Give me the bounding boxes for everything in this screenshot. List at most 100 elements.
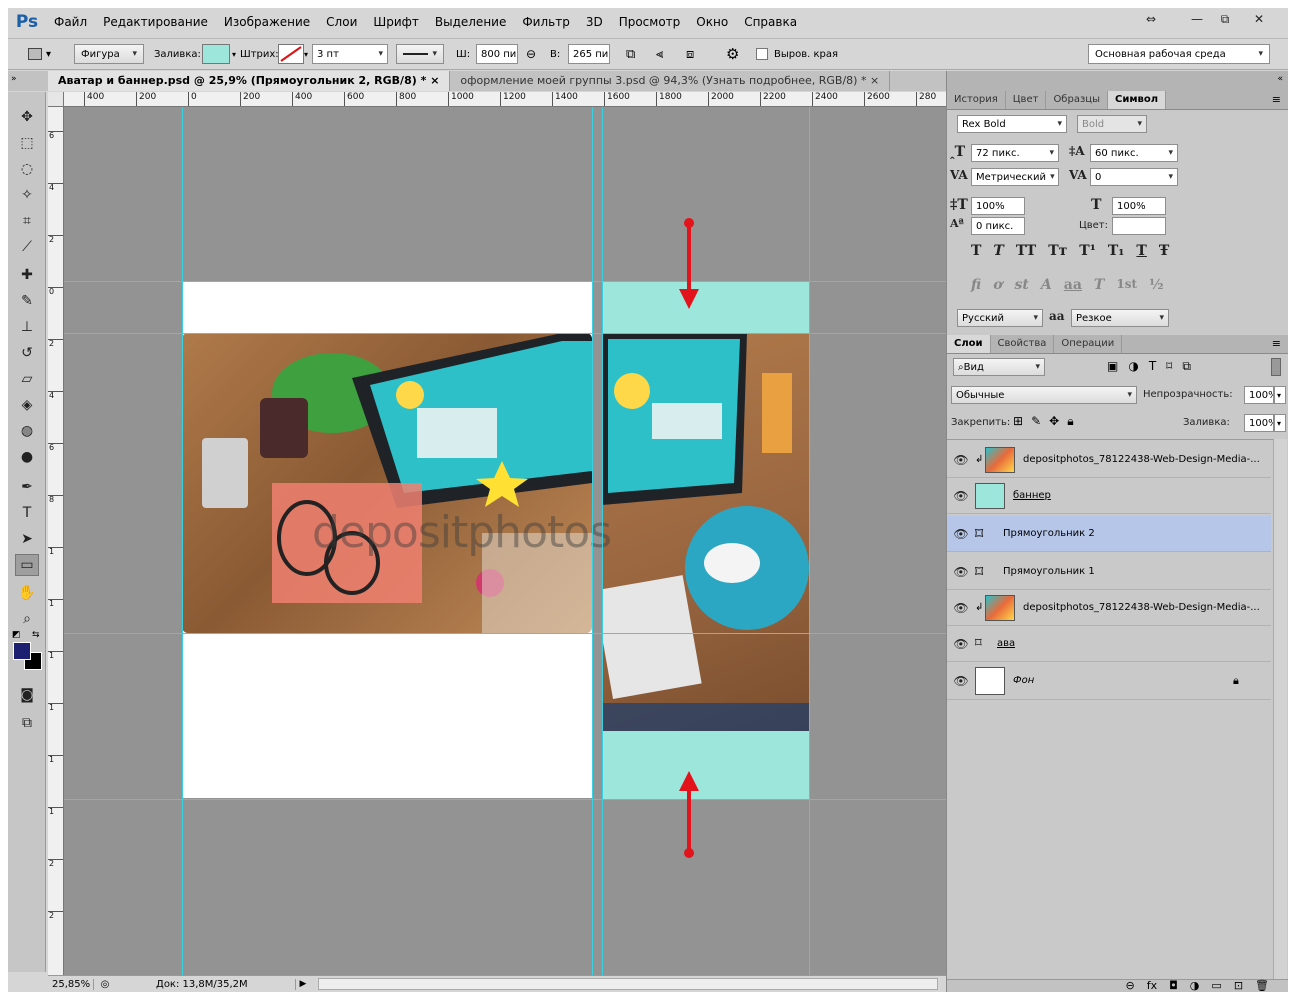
layer-row[interactable]: 👁︎ ⌑ Прямоугольник 2: [947, 516, 1271, 552]
dodge-tool-icon[interactable]: ●: [15, 446, 39, 468]
layer-row[interactable]: 👁︎ ⌑ Прямоугольник 1: [947, 554, 1271, 590]
faux-bold-button[interactable]: T: [971, 243, 981, 259]
panel-menu-icon[interactable]: ≡: [1264, 91, 1288, 109]
fill-dropdown-icon[interactable]: ▾: [1274, 414, 1286, 432]
shape-mode-select[interactable]: Фигура: [74, 44, 144, 64]
healing-brush-icon[interactable]: ✚: [15, 264, 39, 286]
swash-button[interactable]: A: [1041, 277, 1052, 293]
brush-tool-icon[interactable]: ✎: [15, 290, 39, 312]
height-field[interactable]: 265 пик: [568, 44, 610, 64]
menu-edit[interactable]: Редактирование: [95, 8, 216, 36]
status-menu-icon[interactable]: ▶: [296, 979, 310, 989]
menu-help[interactable]: Справка: [736, 8, 805, 36]
link-icon[interactable]: ⊖: [1125, 980, 1134, 992]
guide-vertical[interactable]: [182, 107, 183, 975]
document-canvas[interactable]: depositphotos: [64, 107, 946, 975]
folder-icon[interactable]: ▭: [1211, 980, 1221, 992]
menu-view[interactable]: Просмотр: [611, 8, 689, 36]
blend-mode-select[interactable]: Обычные: [951, 386, 1137, 404]
text-color-swatch[interactable]: [1112, 217, 1166, 235]
zoom-tool-icon[interactable]: ⌕: [15, 608, 39, 630]
tab-swatches[interactable]: Образцы: [1046, 91, 1108, 109]
pen-tool-icon[interactable]: ✒: [15, 476, 39, 498]
eyedropper-tool-icon[interactable]: ⟋: [15, 236, 39, 258]
path-alignment-icon[interactable]: ⫷: [656, 44, 663, 64]
ligatures-button[interactable]: fi: [971, 277, 981, 293]
panel-collapse-icon[interactable]: «: [947, 71, 1288, 91]
faux-italic-button[interactable]: T: [993, 243, 1003, 259]
lock-all-icon[interactable]: 🔒︎: [1067, 414, 1073, 429]
tracking-field[interactable]: 0: [1090, 168, 1178, 186]
eye-icon[interactable]: 👁︎: [947, 453, 975, 467]
menu-file[interactable]: Файл: [46, 8, 95, 36]
photo-avatar[interactable]: [182, 333, 592, 633]
stylistic-alternates-button[interactable]: aa: [1064, 277, 1082, 293]
language-select[interactable]: Русский: [957, 309, 1043, 327]
font-style-select[interactable]: Bold: [1077, 115, 1147, 133]
filter-toggle[interactable]: [1271, 358, 1281, 376]
guide-vertical[interactable]: [592, 107, 593, 975]
toolbox-collapse-icon[interactable]: »: [8, 71, 48, 91]
photo-banner[interactable]: [602, 333, 809, 731]
fill-swatch[interactable]: [202, 44, 230, 64]
tab-color[interactable]: Цвет: [1006, 91, 1047, 109]
tab-history[interactable]: История: [947, 91, 1006, 109]
guide-horizontal[interactable]: [64, 633, 946, 634]
hand-tool-icon[interactable]: ✋: [15, 582, 39, 604]
eye-icon[interactable]: 👁︎: [947, 565, 975, 579]
align-edges-checkbox[interactable]: [756, 48, 768, 60]
layers-scrollbar[interactable]: [1273, 439, 1287, 979]
stroke-width-field[interactable]: 3 пт: [312, 44, 388, 64]
move-tool-icon[interactable]: ✥: [15, 106, 39, 128]
layer-row[interactable]: 👁︎ ⌑ ава: [947, 626, 1271, 662]
kerning-field[interactable]: Метрический: [971, 168, 1059, 186]
filter-type-icon[interactable]: T: [1149, 359, 1156, 374]
fx-icon[interactable]: fx: [1147, 980, 1157, 992]
screen-mode-icon[interactable]: ⧉: [15, 712, 39, 734]
path-select-icon[interactable]: ➤: [15, 528, 39, 550]
clone-stamp-icon[interactable]: ⊥: [15, 316, 39, 338]
menu-type[interactable]: Шрифт: [365, 8, 427, 36]
horizontal-scale-field[interactable]: 100%: [1112, 197, 1166, 215]
ruler-origin[interactable]: [48, 92, 64, 107]
fill-field[interactable]: 100%: [1244, 414, 1274, 432]
subscript-button[interactable]: T₁: [1108, 243, 1125, 259]
menu-select[interactable]: Выделение: [427, 8, 514, 36]
stroke-type-select[interactable]: [396, 44, 444, 64]
eye-icon[interactable]: 👁︎: [947, 527, 975, 541]
history-brush-icon[interactable]: ↺: [15, 342, 39, 364]
eraser-tool-icon[interactable]: ▱: [15, 368, 39, 390]
close-icon[interactable]: ×: [870, 74, 879, 87]
opacity-dropdown-icon[interactable]: ▾: [1274, 386, 1286, 404]
tab-avatar-banner[interactable]: Аватар и баннер.psd @ 25,9% (Прямоугольн…: [48, 71, 451, 91]
gear-icon[interactable]: ⚙: [726, 44, 739, 64]
stroke-swatch[interactable]: [278, 44, 304, 64]
crop-tool-icon[interactable]: ⌗: [15, 210, 39, 232]
lock-position-icon[interactable]: ✥: [1049, 414, 1059, 429]
tab-group-design[interactable]: оформление моей группы 3.psd @ 94,3% (Уз…: [450, 71, 891, 91]
minimize-button[interactable]: —: [1182, 10, 1212, 28]
close-icon[interactable]: ×: [430, 74, 439, 87]
opacity-field[interactable]: 100%: [1244, 386, 1274, 404]
tool-preset-picker[interactable]: ▾: [28, 44, 51, 64]
menu-layers[interactable]: Слои: [318, 8, 365, 36]
close-button[interactable]: ✕: [1244, 10, 1274, 28]
eye-icon[interactable]: 👁︎: [947, 601, 975, 615]
vertical-scale-field[interactable]: 100%: [971, 197, 1025, 215]
small-caps-button[interactable]: Tт: [1048, 243, 1067, 259]
path-arrange-icon[interactable]: ⧈: [686, 44, 694, 64]
font-size-field[interactable]: 72 пикс.: [971, 144, 1059, 162]
eye-icon[interactable]: 👁︎: [947, 489, 975, 503]
foreground-color-swatch[interactable]: [13, 642, 31, 660]
tab-properties[interactable]: Свойства: [991, 335, 1055, 353]
font-family-select[interactable]: Rex Bold: [957, 115, 1067, 133]
banner-teal-top[interactable]: [602, 281, 809, 333]
quick-mask-icon[interactable]: ◙: [15, 684, 39, 706]
workspace-select[interactable]: Основная рабочая среда: [1088, 44, 1270, 64]
fill-dropdown-icon[interactable]: ▾: [232, 44, 236, 64]
vertical-ruler[interactable]: 6 4 2 0 2 4 6 8 1 1 1 1 1 1 2 2: [48, 107, 64, 975]
layer-row[interactable]: 👁︎ баннер: [947, 478, 1271, 514]
rectangle-tool-icon[interactable]: ▭: [15, 554, 39, 576]
default-colors-icon[interactable]: ◩: [12, 630, 21, 640]
menu-3d[interactable]: 3D: [578, 8, 611, 36]
